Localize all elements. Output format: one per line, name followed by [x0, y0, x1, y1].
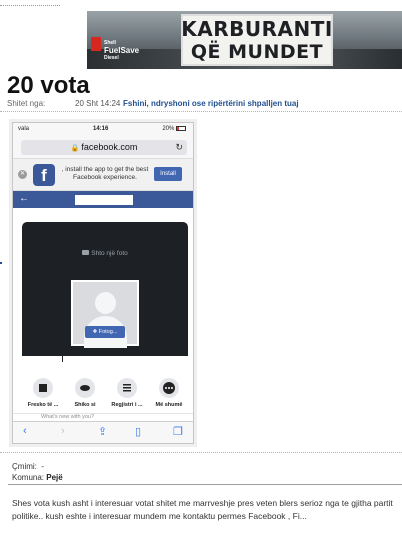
banner-brand-sub: Diesel [104, 55, 119, 61]
redacted-name [75, 195, 133, 205]
eye-icon [75, 378, 95, 398]
municipality-label: Komuna: [12, 473, 45, 482]
action-label: Shiko si [74, 402, 96, 408]
action-view-as: Shiko si [64, 378, 106, 408]
reload-icon: ↻ [175, 142, 183, 152]
forward-icon: › [61, 425, 65, 437]
list-icon [117, 378, 137, 398]
back-arrow-icon: ← [19, 193, 29, 204]
browser-toolbar: ‹ › ⇪ ▯ ❐ [13, 421, 193, 443]
more-icon [159, 378, 179, 398]
price-label: Çmimi: [12, 462, 37, 471]
banner-slogan-sign: KARBURANTI QË MUNDET [181, 14, 333, 66]
phone-status-bar: vala 14:16 20% [13, 123, 193, 137]
action-more: Më shumë [148, 378, 190, 408]
price-row: Çmimi: - [12, 461, 63, 472]
upload-photo-button: ✚ Fotog... [85, 326, 125, 338]
action-label: Më shumë [155, 402, 183, 408]
battery-indicator: 20% [162, 126, 186, 132]
app-install-banner: ✕ f , install the app to get the best Fa… [13, 159, 193, 191]
add-cover-photo: Shto një foto [22, 250, 188, 257]
edit-listing-link[interactable]: Fshini, ndryshoni ose ripërtërini shpall… [123, 99, 299, 108]
redaction-mark [62, 355, 68, 356]
avatar-head [95, 292, 116, 314]
status-time: 14:16 [93, 126, 109, 132]
action-label: Regjistri i ... [111, 402, 143, 408]
bookmarks-icon: ▯ [135, 426, 142, 438]
listing-title: 20 vota [7, 72, 90, 99]
back-icon: ‹ [23, 425, 27, 437]
url-text: facebook.com [81, 142, 138, 152]
redaction-mark [62, 352, 63, 362]
banner-brand: Shell FuelSave Diesel [104, 40, 139, 61]
shared-by-label: Shitet nga: [7, 99, 46, 108]
listing-date: 20 Sht 14:24 [75, 99, 121, 108]
municipality-row: Komuna: Pejë [12, 472, 63, 483]
divider [0, 111, 402, 112]
facebook-logo-icon: f [33, 164, 55, 186]
banner-slogan-line2: QË MUNDET [190, 41, 324, 63]
banner-brand-main: FuelSave [104, 46, 140, 55]
edit-profile-icon [33, 378, 53, 398]
side-marker [0, 262, 2, 264]
browser-url-bar: 🔒 facebook.com ↻ [13, 137, 193, 159]
top-divider [0, 0, 60, 6]
profile-avatar: ✚ Fotog... [71, 280, 139, 348]
action-label: Fresko të ... [27, 402, 59, 408]
price-value: - [41, 462, 45, 471]
divider [0, 452, 402, 453]
upload-photo-label: Fotog... [98, 329, 118, 335]
listing-photo[interactable]: vala 14:16 20% 🔒 facebook.com ↻ ✕ f , ins… [12, 122, 194, 444]
tabs-icon: ❐ [173, 426, 183, 438]
listing-info: Çmimi: - Komuna: Pejë [12, 461, 63, 483]
app-banner-text: , install the app to get the best Facebo… [61, 166, 149, 181]
action-activity-log: Regjistri i ... [106, 378, 148, 408]
lock-icon: 🔒 [70, 145, 80, 152]
install-button: Install [154, 167, 182, 181]
municipality-value: Pejë [46, 473, 63, 482]
advertisement-banner[interactable]: Shell FuelSave Diesel KARBURANTI QË MUND… [87, 11, 402, 69]
action-edit-profile: Fresko të ... [22, 378, 64, 408]
close-icon: ✕ [18, 170, 27, 179]
camera-icon [82, 250, 90, 255]
url-box: 🔒 facebook.com ↻ [21, 140, 187, 155]
share-icon: ⇪ [98, 426, 108, 438]
banner-slogan-line1: KARBURANTI [181, 17, 333, 41]
battery-percent: 20% [162, 126, 175, 132]
add-photo-label: Shto një foto [91, 250, 128, 257]
battery-icon [176, 126, 186, 131]
listing-description: Shes vota kush asht i interesuar votat s… [12, 498, 393, 521]
composer-hint: What's new with you? [13, 413, 193, 421]
carrier-label: vala [18, 126, 30, 132]
shell-logo-icon [91, 37, 101, 51]
divider [8, 484, 402, 485]
facebook-header: ← [13, 191, 193, 208]
